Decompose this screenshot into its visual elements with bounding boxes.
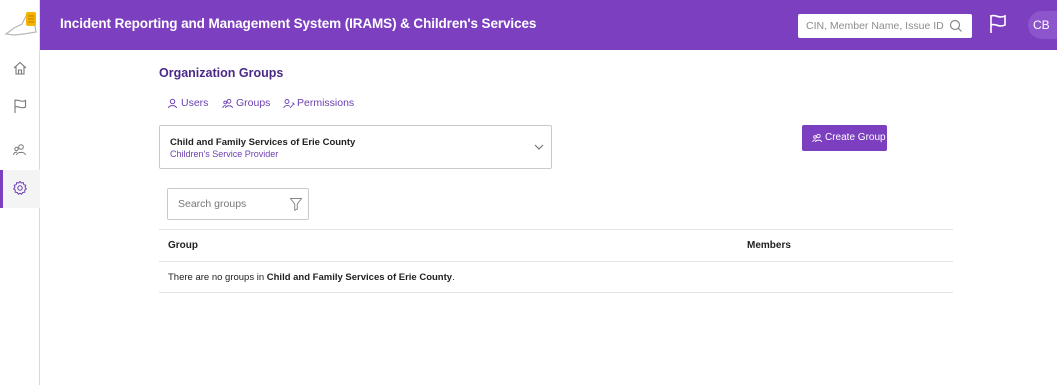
user-avatar[interactable]: CB	[1028, 11, 1057, 39]
home-icon	[13, 61, 27, 75]
tab-groups-label: Groups	[236, 97, 271, 109]
group-search	[167, 188, 309, 220]
empty-state-prefix: There are no groups in	[168, 272, 267, 283]
table-divider	[159, 292, 953, 293]
sidebar-item-home[interactable]	[0, 50, 40, 88]
sidebar-item-settings[interactable]	[0, 170, 40, 208]
gear-icon	[13, 180, 27, 196]
create-group-label: Create Group	[825, 132, 886, 143]
tab-permissions-label: Permissions	[297, 97, 355, 109]
table-divider	[159, 229, 953, 230]
tab-users-label: Users	[181, 97, 209, 109]
empty-state-message: There are no groups in Child and Family …	[168, 272, 455, 283]
column-header-members[interactable]: Members	[747, 240, 791, 251]
empty-state-suffix: .	[452, 272, 455, 283]
filter-icon[interactable]	[289, 196, 303, 212]
global-search	[798, 14, 972, 38]
permissions-icon	[283, 99, 295, 109]
create-group-button[interactable]: Create Group	[802, 125, 887, 151]
user-icon	[168, 98, 177, 109]
page-title: Organization Groups	[159, 66, 284, 80]
people-icon	[13, 144, 26, 156]
sidebar-nav	[0, 50, 40, 385]
table-divider	[159, 261, 953, 262]
groups-table: Group Members There are no groups in Chi…	[159, 229, 953, 293]
group-icon	[222, 98, 233, 109]
app-title: Incident Reporting and Management System…	[60, 16, 537, 31]
flag-icon	[14, 99, 27, 113]
empty-state-org-name: Child and Family Services of Erie County	[266, 272, 453, 283]
group-search-input[interactable]	[168, 189, 286, 219]
organization-name: Child and Family Services of Erie County	[170, 137, 356, 148]
organization-type: Children's Service Provider	[170, 149, 279, 159]
sidebar-item-people[interactable]	[0, 132, 40, 170]
search-icon[interactable]	[948, 18, 964, 34]
global-search-input[interactable]	[798, 14, 944, 38]
chevron-down-icon	[534, 144, 544, 150]
organization-select[interactable]: Child and Family Services of Erie County…	[159, 125, 552, 169]
app-logo[interactable]	[0, 0, 40, 50]
top-header: Incident Reporting and Management System…	[0, 0, 1057, 50]
sidebar-item-issues[interactable]	[0, 88, 40, 126]
column-header-group[interactable]: Group	[168, 240, 198, 251]
group-icon	[812, 133, 823, 143]
flag-icon[interactable]	[988, 13, 1008, 35]
ny-state-logo-icon	[4, 12, 37, 36]
